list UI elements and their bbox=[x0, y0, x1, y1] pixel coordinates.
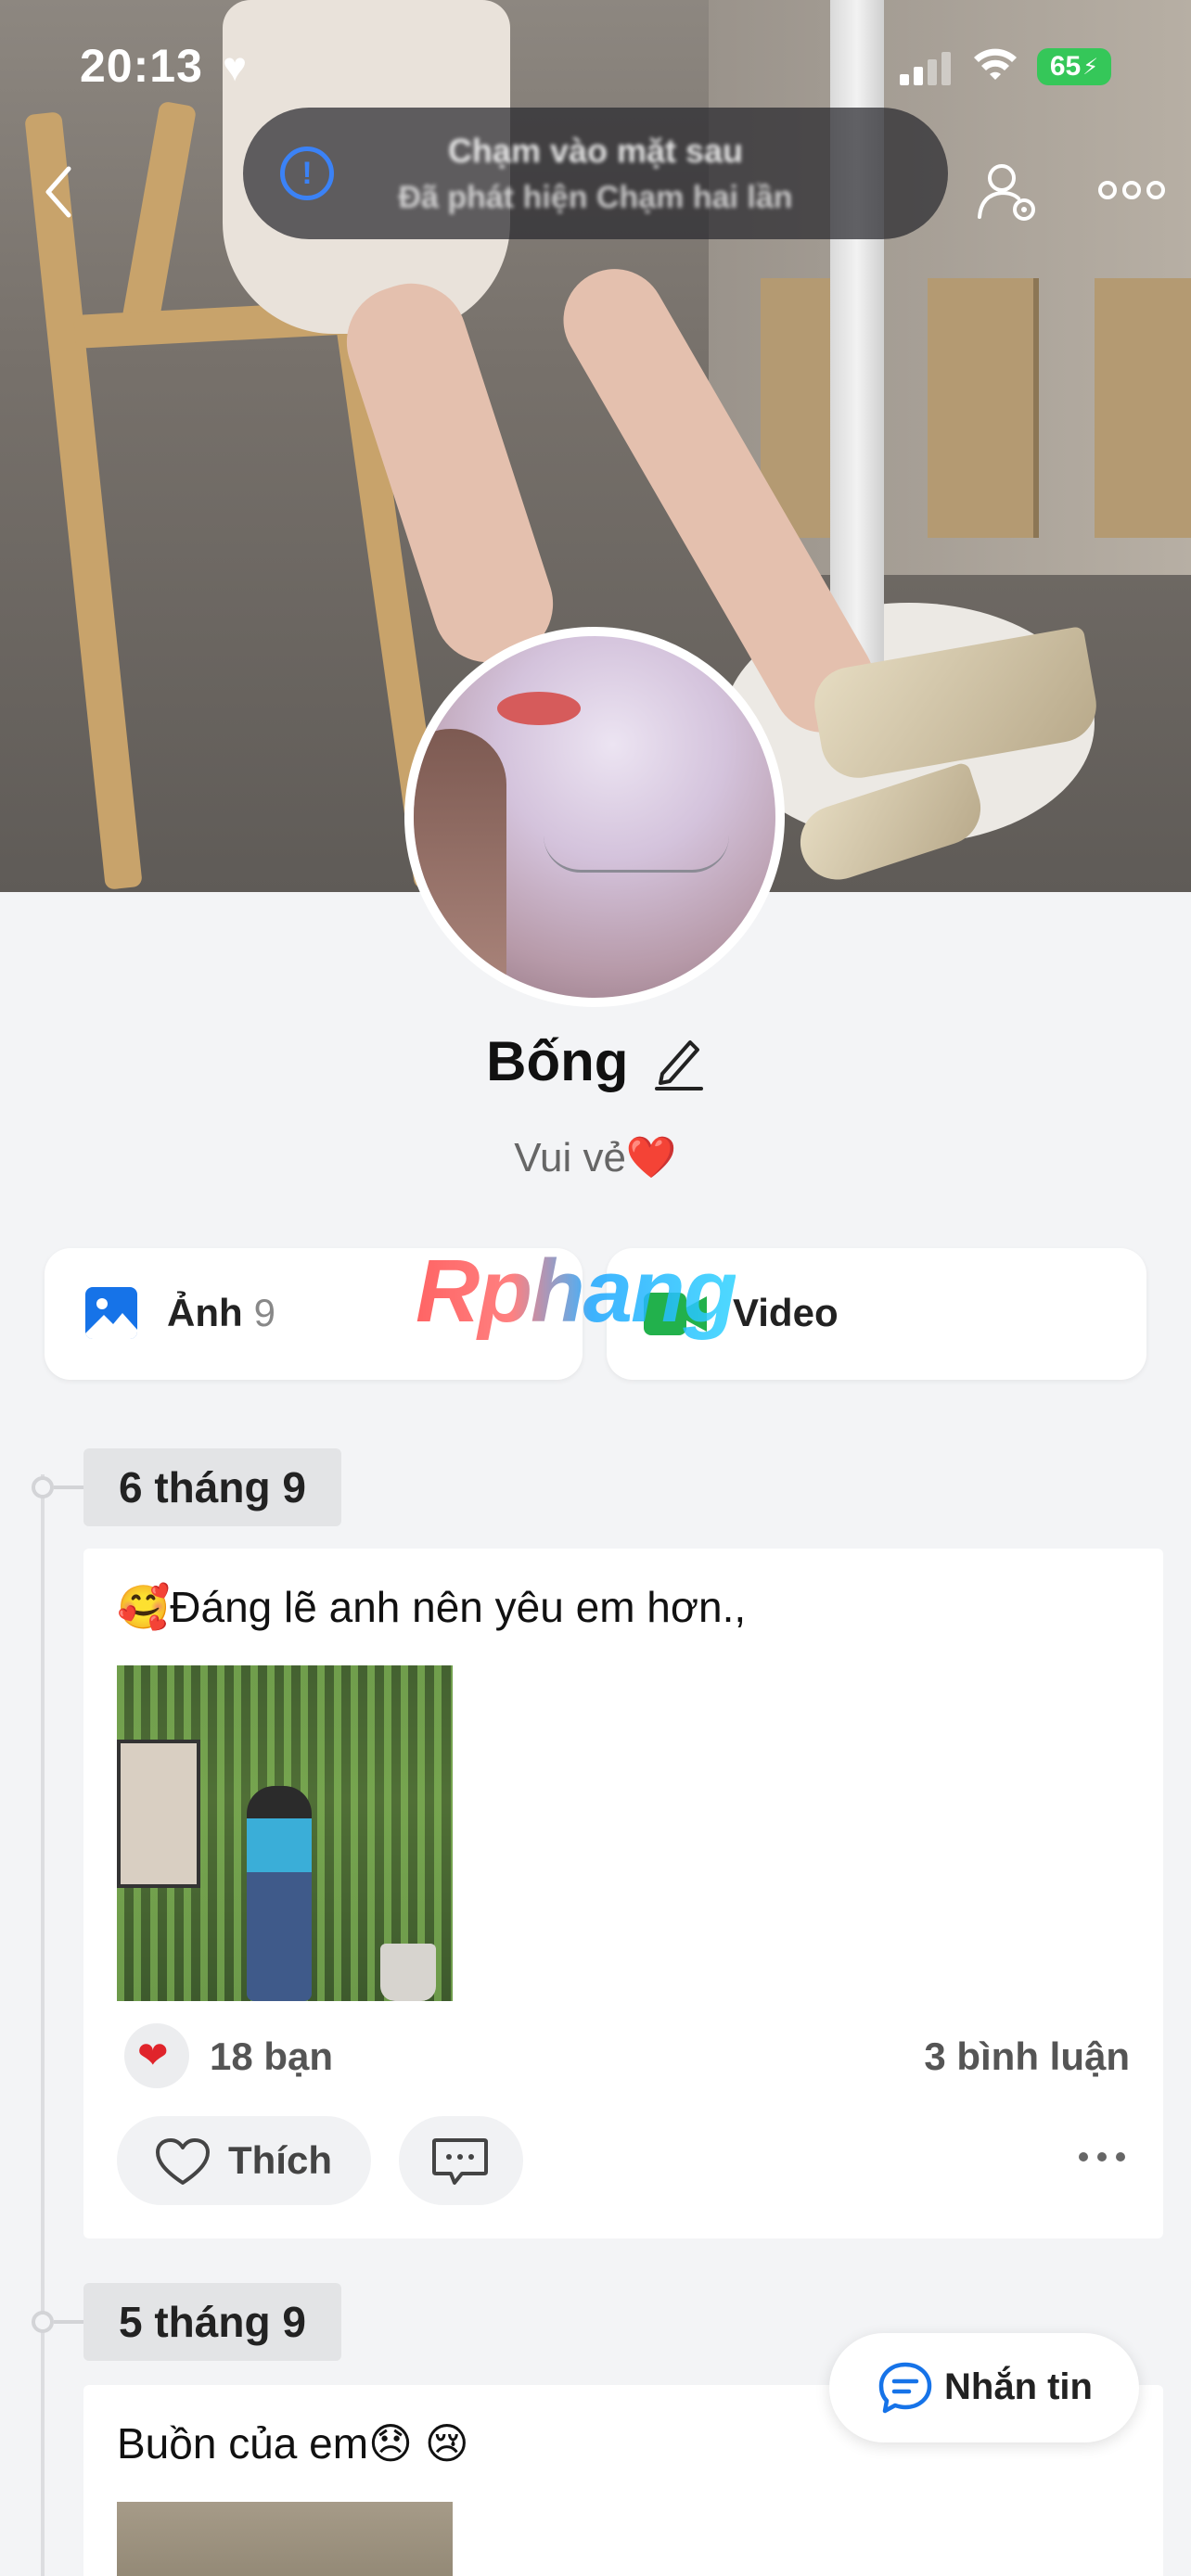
signal-icon bbox=[900, 52, 955, 85]
battery-level: 65 bbox=[1049, 51, 1082, 82]
post-card[interactable]: 🥰Đáng lẽ anh nên yêu em hơn., ❤ 18 bạn 3… bbox=[83, 1549, 1163, 2238]
wifi-icon bbox=[974, 48, 1017, 80]
heart-emoji: ❤️ bbox=[625, 1135, 677, 1180]
avatar-hair bbox=[414, 729, 506, 998]
chat-icon bbox=[878, 2362, 932, 2414]
message-button[interactable]: Nhắn tin bbox=[829, 2333, 1139, 2442]
watermark-logo: Rphang bbox=[416, 1242, 737, 1341]
back-icon[interactable] bbox=[35, 159, 82, 224]
battery-indicator: 65 ⚡ bbox=[1037, 48, 1111, 85]
more-options-icon[interactable] bbox=[1095, 167, 1169, 213]
profile-bio: Vui vẻ❤️ bbox=[0, 1133, 1191, 1181]
like-button[interactable]: Thích bbox=[117, 2116, 371, 2205]
profile-name: Bống bbox=[486, 1030, 629, 1092]
cover-panel bbox=[1095, 278, 1191, 538]
back-tap-toast: ! Chạm vào mặt sau Đã phát hiện Chạm hai… bbox=[243, 108, 948, 239]
avatar-necklace bbox=[544, 835, 729, 873]
profile-bio-text: Vui vẻ bbox=[514, 1135, 626, 1180]
post-date-badge: 6 tháng 9 bbox=[83, 1448, 341, 1526]
like-label: Thích bbox=[228, 2138, 332, 2182]
post-caption: 🥰Đáng lẽ anh nên yêu em hơn., bbox=[117, 1583, 747, 1631]
status-time: 20:13 bbox=[80, 40, 203, 92]
avatar-lips bbox=[497, 692, 581, 725]
reaction-count: 18 bạn bbox=[210, 2034, 334, 2078]
edit-name-icon[interactable] bbox=[653, 1033, 705, 1090]
profile-name-row: Bống bbox=[0, 1029, 1191, 1093]
image-icon bbox=[85, 1287, 137, 1339]
post-caption: Buồn của em😞 😢 bbox=[117, 2419, 469, 2468]
photos-label-text: Ảnh bbox=[167, 1291, 243, 1334]
post-date-badge: 5 tháng 9 bbox=[83, 2283, 341, 2361]
post-more-icon[interactable] bbox=[1074, 2138, 1130, 2175]
photo-person bbox=[247, 1786, 312, 2001]
comment-button[interactable] bbox=[399, 2116, 523, 2205]
cover-chair bbox=[118, 100, 198, 345]
heart-outline-icon bbox=[156, 2138, 210, 2185]
toast-title: Chạm vào mặt sau bbox=[447, 132, 744, 170]
reaction-emoji: ❤ bbox=[137, 2035, 169, 2076]
photos-count: 9 bbox=[253, 1291, 276, 1334]
user-settings-icon[interactable] bbox=[976, 159, 1041, 224]
photo-poster bbox=[117, 1740, 200, 1888]
timeline-line bbox=[41, 1474, 45, 2576]
photos-label: Ảnh 9 bbox=[167, 1291, 275, 1335]
cover-chair bbox=[24, 111, 143, 890]
message-label: Nhắn tin bbox=[944, 2366, 1093, 2407]
photo-pot bbox=[380, 1944, 436, 2001]
avatar[interactable] bbox=[404, 627, 785, 1007]
timeline-dot bbox=[32, 2311, 54, 2333]
videos-label: Video bbox=[733, 1291, 839, 1334]
comments-count[interactable]: 3 bình luận bbox=[924, 2034, 1130, 2079]
timeline-dot bbox=[32, 1476, 54, 1498]
toast-subtitle: Đã phát hiện Chạm hai lần bbox=[398, 180, 793, 215]
post-photo[interactable] bbox=[117, 2502, 453, 2576]
post-photo[interactable] bbox=[117, 1665, 453, 2001]
comment-icon bbox=[432, 2138, 488, 2185]
cover-panel bbox=[928, 278, 1039, 538]
timeline-stem bbox=[54, 1486, 85, 1489]
timeline-stem bbox=[54, 2320, 85, 2324]
heart-reaction-icon: ❤ bbox=[124, 2023, 189, 2088]
heart-icon: ♥ bbox=[223, 45, 248, 90]
